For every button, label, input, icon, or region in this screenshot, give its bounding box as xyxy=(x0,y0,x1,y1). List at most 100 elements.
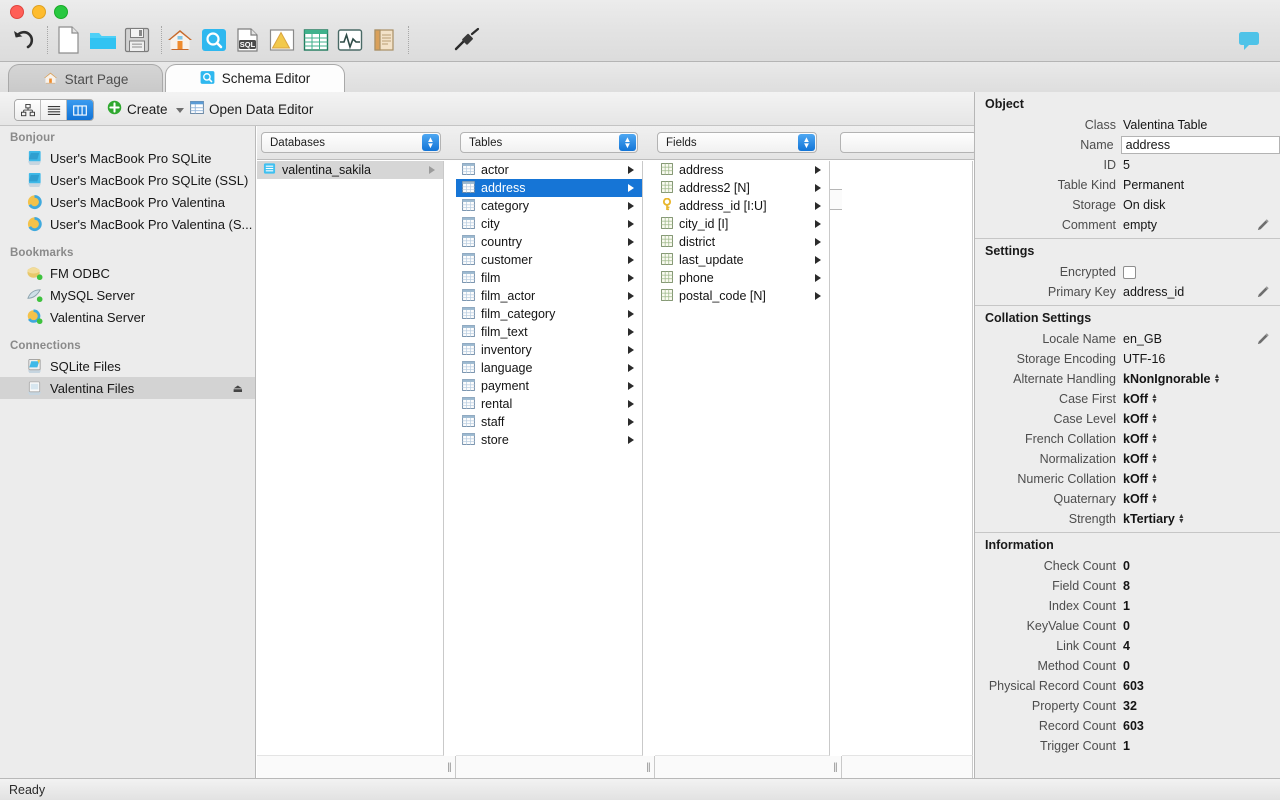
list-item[interactable]: country xyxy=(456,233,642,251)
chevron-right-icon[interactable] xyxy=(628,292,634,300)
sidebar-item-macbook-valentina[interactable]: User's MacBook Pro Valentina xyxy=(0,191,255,213)
zoom-window-button[interactable] xyxy=(54,5,68,19)
list-item[interactable]: address2 [N] xyxy=(655,179,829,197)
connect-plug-icon[interactable] xyxy=(450,23,484,57)
home-icon[interactable] xyxy=(163,23,197,57)
inspector-row-encrypted[interactable]: Encrypted xyxy=(975,262,1280,282)
save-floppy-icon[interactable] xyxy=(120,23,154,57)
chevron-right-icon[interactable] xyxy=(815,256,821,264)
inspector-row-quaternary[interactable]: Quaternary kOff ▲▼ xyxy=(975,489,1280,509)
list-item[interactable]: address xyxy=(456,179,642,197)
column-view-button[interactable] xyxy=(67,100,93,120)
sidebar-item-valentina-files[interactable]: Valentina Files ⏏ xyxy=(0,377,255,399)
list-item[interactable]: address_id [I:U] xyxy=(655,197,829,215)
create-button[interactable]: Create xyxy=(107,99,184,119)
open-folder-icon[interactable] xyxy=(86,23,120,57)
list-item[interactable]: city xyxy=(456,215,642,233)
chevron-right-icon[interactable] xyxy=(628,202,634,210)
tab-schema-editor[interactable]: Schema Editor xyxy=(165,64,345,93)
list-item[interactable]: last_update xyxy=(655,251,829,269)
inspector-row-numeric-collation[interactable]: Numeric Collation kOff ▲▼ xyxy=(975,469,1280,489)
sql-editor-icon[interactable]: SQL xyxy=(231,23,265,57)
chevron-right-icon[interactable] xyxy=(815,238,821,246)
list-item[interactable]: rental xyxy=(456,395,642,413)
chevron-right-icon[interactable] xyxy=(628,256,634,264)
list-item[interactable]: language xyxy=(456,359,642,377)
sidebar-item-macbook-sqlite[interactable]: User's MacBook Pro SQLite xyxy=(0,147,255,169)
column-resize-grip[interactable]: || xyxy=(829,756,842,778)
chevron-right-icon[interactable] xyxy=(815,166,821,174)
stepper-arrows-icon[interactable]: ▲▼ xyxy=(1151,434,1158,444)
chart-monitor-icon[interactable] xyxy=(333,23,367,57)
list-item[interactable]: inventory xyxy=(456,341,642,359)
object-inspector[interactable]: Object Class Valentina Table Name addres… xyxy=(974,92,1280,778)
sidebar-item-valentina-server[interactable]: Valentina Server xyxy=(0,306,255,328)
inspector-row-strength[interactable]: Strength kTertiary ▲▼ xyxy=(975,509,1280,529)
inspector-row-normalization[interactable]: Normalization kOff ▲▼ xyxy=(975,449,1280,469)
inspector-row-french-collation[interactable]: French Collation kOff ▲▼ xyxy=(975,429,1280,449)
stepper-arrows-icon[interactable]: ▲▼ xyxy=(1151,414,1158,424)
report-book-icon[interactable] xyxy=(367,23,401,57)
tables-popup[interactable]: Tables ▲▼ xyxy=(460,132,638,153)
sidebar-item-mysql-server[interactable]: MySQL Server xyxy=(0,284,255,306)
list-item[interactable]: category xyxy=(456,197,642,215)
diagram-view-button[interactable] xyxy=(15,100,41,120)
list-item[interactable]: phone xyxy=(655,269,829,287)
list-item[interactable]: actor xyxy=(456,161,642,179)
list-item[interactable]: film_text xyxy=(456,323,642,341)
chevron-updown-icon[interactable]: ▲▼ xyxy=(619,134,636,151)
sidebar-item-macbook-sqlite-ssl[interactable]: User's MacBook Pro SQLite (SSL) xyxy=(0,169,255,191)
chevron-updown-icon[interactable]: ▲▼ xyxy=(798,134,815,151)
chevron-right-icon[interactable] xyxy=(628,400,634,408)
stepper-arrows-icon[interactable]: ▲▼ xyxy=(1151,494,1158,504)
chevron-right-icon[interactable] xyxy=(815,274,821,282)
minimize-window-button[interactable] xyxy=(32,5,46,19)
chevron-right-icon[interactable] xyxy=(628,310,634,318)
sidebar-item-macbook-valentina-ssl[interactable]: User's MacBook Pro Valentina (S... xyxy=(0,213,255,235)
edit-pencil-icon[interactable] xyxy=(1256,332,1270,349)
chevron-right-icon[interactable] xyxy=(628,346,634,354)
chevron-right-icon[interactable] xyxy=(628,328,634,336)
chevron-right-icon[interactable] xyxy=(628,220,634,228)
list-item[interactable]: district xyxy=(655,233,829,251)
list-item[interactable]: address xyxy=(655,161,829,179)
chevron-right-icon[interactable] xyxy=(815,184,821,192)
sources-sidebar[interactable]: Bonjour User's MacBook Pro SQLite User's… xyxy=(0,126,256,778)
column-resize-grip[interactable]: || xyxy=(443,756,456,778)
sidebar-item-sqlite-files[interactable]: SQLite Files xyxy=(0,355,255,377)
undo-icon[interactable] xyxy=(6,23,40,57)
chevron-right-icon[interactable] xyxy=(815,202,821,210)
chevron-right-icon[interactable] xyxy=(628,238,634,246)
databases-column[interactable]: valentina_sakila xyxy=(257,161,444,756)
fields-popup[interactable]: Fields ▲▼ xyxy=(657,132,817,153)
open-data-editor-button[interactable]: Open Data Editor xyxy=(190,99,313,119)
chevron-right-icon[interactable] xyxy=(628,184,634,192)
inspector-row-alternate-handling[interactable]: Alternate Handling kNonIgnorable ▲▼ xyxy=(975,369,1280,389)
stepper-arrows-icon[interactable]: ▲▼ xyxy=(1214,374,1221,384)
inspector-row-case-first[interactable]: Case First kOff ▲▼ xyxy=(975,389,1280,409)
list-item[interactable]: film_actor xyxy=(456,287,642,305)
fields-column[interactable]: address address2 [N] address_id [I:U] ci… xyxy=(655,161,830,756)
sidebar-item-fm-odbc[interactable]: FM ODBC xyxy=(0,262,255,284)
name-field[interactable]: address xyxy=(1121,136,1280,154)
chevron-right-icon[interactable] xyxy=(628,166,634,174)
list-item[interactable]: store xyxy=(456,431,642,449)
stepper-arrows-icon[interactable]: ▲▼ xyxy=(1151,394,1158,404)
encrypted-checkbox[interactable] xyxy=(1123,266,1136,279)
inspector-row-case-level[interactable]: Case Level kOff ▲▼ xyxy=(975,409,1280,429)
chevron-down-icon[interactable] xyxy=(176,108,184,113)
new-document-icon[interactable] xyxy=(52,23,86,57)
chevron-right-icon[interactable] xyxy=(628,274,634,282)
chevron-right-icon[interactable] xyxy=(815,220,821,228)
detail-column[interactable] xyxy=(842,161,973,756)
databases-popup[interactable]: Databases ▲▼ xyxy=(261,132,441,153)
chevron-updown-icon[interactable]: ▲▼ xyxy=(422,134,439,151)
view-mode-segmented-control[interactable] xyxy=(14,99,94,121)
close-window-button[interactable] xyxy=(10,5,24,19)
list-item[interactable]: payment xyxy=(456,377,642,395)
chevron-right-icon[interactable] xyxy=(628,382,634,390)
list-item[interactable]: valentina_sakila xyxy=(257,161,443,179)
edit-pencil-icon[interactable] xyxy=(1256,218,1270,235)
list-item[interactable]: staff xyxy=(456,413,642,431)
chevron-right-icon[interactable] xyxy=(815,292,821,300)
